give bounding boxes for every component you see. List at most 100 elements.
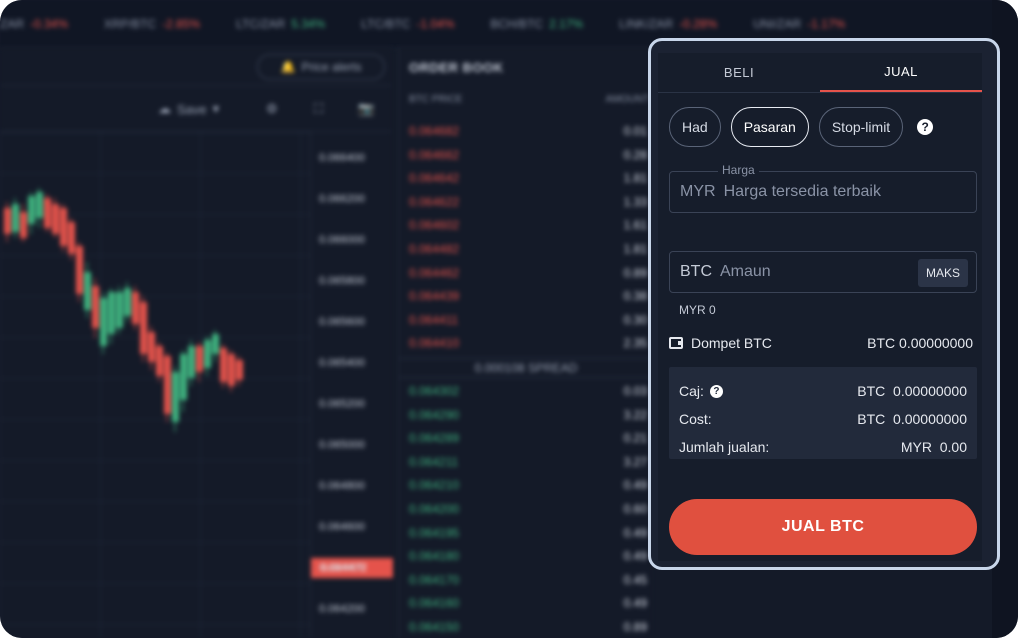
ticker-item[interactable]: XRP/BTC -2.85% [104,17,200,31]
ticker-item[interactable]: LTC/ZAR 5.34% [236,17,325,31]
chart-plot-area[interactable] [0,132,310,638]
price-axis-tick: 0.066000 [319,234,365,246]
order-price: 0.064410 [409,336,460,351]
order-amount: 0.21 [623,431,647,446]
fee-value-cost: BTC 0.00000000 [857,411,967,427]
max-button[interactable]: MAKS [917,259,968,287]
wallet-icon [669,337,683,349]
screenshot-button[interactable]: 📷 [358,96,374,122]
price-axis-tick: 0.064200 [319,603,365,615]
order-amount: 0.49 [623,478,647,493]
order-type-selector: Had Pasaran Stop-limit ? [669,107,934,147]
ticker-pair: XRP/BTC [104,16,157,31]
ask-row[interactable]: 0.064662 0.28 [409,148,647,162]
ask-row[interactable]: 0.064439 0.38 [409,289,647,303]
settings-gear-button[interactable]: ⚙ [266,96,278,122]
save-label: Save [177,101,207,117]
ask-row[interactable]: 0.064411 0.30 [409,313,647,327]
ask-row[interactable]: 0.064602 1.61 [409,218,647,232]
tab-jual[interactable]: JUAL [820,53,982,92]
bid-row[interactable]: 0.064170 0.45 [409,573,647,587]
bell-icon: 🔔 [280,60,296,74]
price-alerts-label: Price alerts [301,60,362,74]
amount-field[interactable]: BTC Amaun MAKS [669,251,977,293]
fee-label-caj: Caj: [679,383,704,399]
bid-row[interactable]: 0.064290 3.22 [409,408,647,422]
bid-row[interactable]: 0.064289 0.21 [409,431,647,445]
bid-row[interactable]: 0.064211 3.27 [409,455,647,469]
amount-placeholder: Amaun [720,263,771,280]
order-price: 0.064211 [409,454,459,469]
order-amount: 1.81 [623,171,647,186]
order-type-pasaran[interactable]: Pasaran [730,107,809,147]
camera-icon: 📷 [358,101,375,116]
order-type-stop-limit[interactable]: Stop-limit [818,107,904,147]
ask-row[interactable]: 0.064482 1.81 [409,242,647,256]
col-amount: AMOUNT [605,94,649,105]
order-book-title: ORDER BOOK [409,60,504,75]
order-amount: 0.30 [623,312,647,327]
order-amount: 0.60 [623,502,647,516]
order-price: 0.064411 [409,312,459,327]
order-price: 0.064602 [409,218,460,233]
price-axis-tick: 0.064800 [319,480,365,492]
bid-row[interactable]: 0.064150 0.89 [409,620,647,634]
ticker-pair: ZAR [0,16,24,31]
order-price: 0.064195 [409,525,460,540]
order-book-header: BTC PRICE AMOUNT [409,94,649,105]
amount-unit: BTC [680,263,712,280]
order-amount: 0.28 [623,147,647,162]
order-amount: 1.61 [623,218,647,233]
bid-row[interactable]: 0.064302 0.03 [409,384,647,398]
bid-row[interactable]: 0.064210 0.49 [409,478,647,492]
bid-row[interactable]: 0.064160 0.49 [409,596,647,610]
fullscreen-button[interactable]: ⛶ [314,96,323,122]
question-icon[interactable]: ? [709,384,723,398]
order-amount: 3.27 [623,454,647,469]
price-unit: MYR [680,183,716,200]
order-amount: 0.89 [623,620,647,634]
order-amount: 0.01 [623,124,647,138]
ask-row[interactable]: 0.064682 0.01 [409,124,647,138]
order-amount: 0.38 [623,289,647,304]
ticker-pair: LTC/ZAR [236,16,286,31]
order-type-had[interactable]: Had [669,107,721,147]
ask-row[interactable]: 0.064462 0.89 [409,266,647,280]
ticker-pair: LINK/ZAR [619,16,674,31]
bid-row[interactable]: 0.064180 0.49 [409,549,647,563]
fee-label-cost: Cost: [679,411,712,427]
ask-row[interactable]: 0.064642 1.81 [409,171,647,185]
chart-tools: ☁ Save ▾ ⚙ ⛶ 📷 [0,86,392,132]
trade-tabs: BELI JUAL [658,53,982,93]
ticker-item[interactable]: UNI/ZAR -1.17% [753,17,845,31]
sell-btc-button[interactable]: JUAL BTC [669,499,977,555]
ticker-item[interactable]: BCH/BTC 2.17% [490,17,583,31]
price-axis-tick: 0.065200 [319,398,365,410]
order-amount: 0.45 [623,572,647,587]
tab-beli[interactable]: BELI [658,53,820,92]
bid-row[interactable]: 0.064195 0.49 [409,526,647,540]
ask-row[interactable]: 0.064410 2.35 [409,336,647,350]
price-alerts-button[interactable]: 🔔 Price alerts [257,54,385,80]
ticker-item[interactable]: LINK/ZAR -0.28% [619,17,717,31]
price-field[interactable]: Harga MYR Harga tersedia terbaik [669,163,977,213]
order-amount: 1.33 [623,194,647,209]
order-price: 0.064170 [409,572,460,587]
order-price: 0.064682 [409,124,460,138]
bid-row[interactable]: 0.064200 0.60 [409,502,647,516]
ticker-item[interactable]: ZAR -0.34% [0,17,68,31]
question-icon[interactable]: ? [917,119,934,135]
ticker-item[interactable]: LTC/BTC -1.04% [361,17,454,31]
fullscreen-icon: ⛶ [314,101,324,116]
ask-row[interactable]: 0.064622 1.33 [409,195,647,209]
order-price: 0.064439 [409,289,460,304]
order-price: 0.064289 [409,431,460,446]
fee-row-caj: Caj: ? BTC 0.00000000 [679,377,967,405]
save-chart-button[interactable]: ☁ Save ▾ [158,96,219,122]
myr-equivalent: MYR 0 [679,303,716,317]
price-axis-tick: 0.065800 [319,275,365,287]
ticker-change: 2.17% [549,16,584,31]
fee-value-caj: BTC 0.00000000 [857,383,967,399]
ticker-pair: LTC/BTC [361,16,411,31]
order-price: 0.064462 [409,265,460,280]
